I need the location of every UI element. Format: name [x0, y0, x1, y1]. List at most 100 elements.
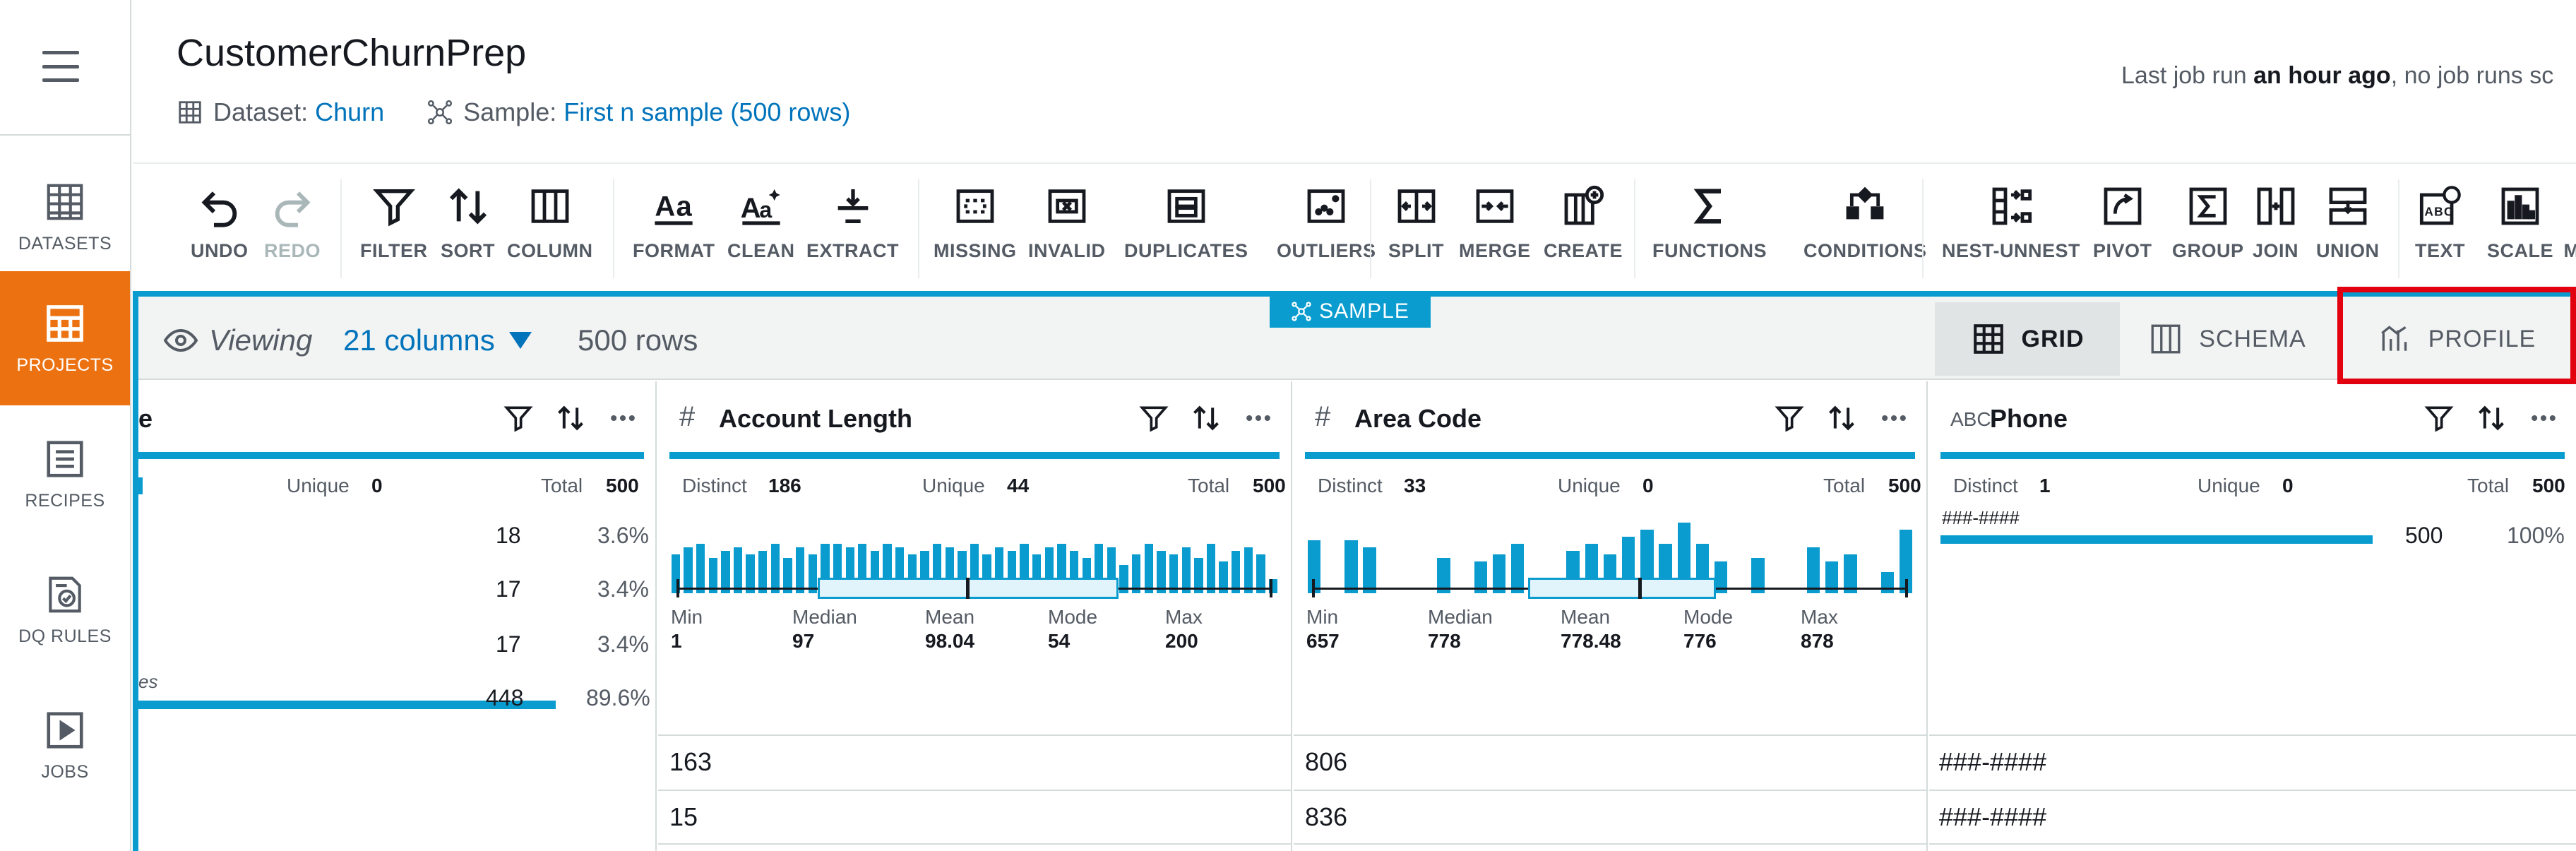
more-button[interactable]: M — [2565, 184, 2576, 262]
outliers-button[interactable]: OUTLIERS — [1277, 184, 1376, 262]
column-phone: ABC Phone Distinct 1 Unique 0 Total 500 … — [1929, 381, 2576, 851]
transform-toolbar: UNDO REDO FILTER SORT COLUMN Aa FORMAT A… — [133, 162, 2576, 290]
unique-label: Unique — [922, 475, 985, 496]
nest-unnest-button[interactable]: NEST-UNNEST — [1942, 184, 2080, 262]
filter-icon[interactable] — [1138, 403, 1169, 434]
tab-schema-label: SCHEMA — [2199, 325, 2306, 352]
total-value: 500 — [1888, 475, 1921, 496]
value-pct: 89.6% — [586, 685, 650, 710]
sample-link[interactable]: First n sample (500 rows) — [564, 97, 850, 127]
box-plot-iqr — [1528, 578, 1716, 599]
missing-icon — [956, 189, 994, 223]
column-button[interactable]: COLUMN — [507, 184, 592, 262]
rows-count: 500 rows — [578, 323, 698, 357]
column-header[interactable]: # Area Code — [1294, 381, 1926, 451]
nav-jobs[interactable]: JOBS — [0, 678, 130, 812]
tab-grid[interactable]: GRID — [1935, 302, 2120, 376]
extract-button[interactable]: EXTRACT — [806, 184, 899, 262]
more-options-icon[interactable] — [607, 403, 638, 434]
sort-icon[interactable] — [1826, 403, 1857, 434]
nav-dq-rules-label: DQ RULES — [18, 626, 112, 646]
filter-button[interactable]: FILTER — [360, 184, 427, 262]
box-plot — [676, 578, 1272, 599]
column-stats: Distinct 33 Unique 0 Total 500 — [1305, 475, 1921, 503]
filter-icon[interactable] — [503, 403, 534, 434]
filter-icon[interactable] — [2423, 403, 2455, 434]
split-button[interactable]: SPLIT — [1388, 184, 1444, 262]
unique-value: 0 — [1642, 475, 1654, 496]
sort-icon[interactable] — [2476, 403, 2507, 434]
columns-dropdown[interactable]: 21 columns — [343, 323, 532, 357]
column-name: Area Code — [1354, 404, 1482, 433]
missing-label: MISSING — [934, 240, 1017, 261]
tab-schema[interactable]: SCHEMA — [2121, 302, 2333, 376]
last-run-prefix: Last job run — [2121, 62, 2254, 89]
conditions-label: CONDITIONS — [1803, 240, 1927, 261]
total-value: 500 — [1253, 475, 1286, 496]
tab-grid-label: GRID — [2021, 325, 2085, 352]
table-cell[interactable]: 15 — [669, 802, 698, 832]
svg-text:Aa: Aa — [655, 191, 693, 222]
redo-button[interactable]: REDO — [264, 184, 321, 262]
row-divider — [1929, 843, 2576, 845]
menu-icon[interactable] — [42, 51, 79, 82]
table-cell[interactable]: 836 — [1305, 802, 1347, 832]
format-button[interactable]: Aa FORMAT — [633, 184, 715, 262]
union-button[interactable]: UNION — [2316, 184, 2380, 262]
undo-button[interactable]: UNDO — [191, 184, 249, 262]
clean-button[interactable]: Aa CLEAN — [727, 184, 795, 262]
group-label: GROUP — [2172, 240, 2244, 261]
column-header[interactable]: ABC Phone — [1929, 381, 2576, 451]
caret-down-icon — [508, 332, 532, 349]
more-options-icon[interactable] — [1878, 403, 1909, 434]
nav-datasets[interactable]: DATASETS — [0, 150, 130, 284]
invalid-button[interactable]: INVALID — [1028, 184, 1106, 262]
nav-dq-rules[interactable]: DQ RULES — [0, 542, 130, 677]
value-count: 448 — [486, 685, 524, 710]
last-run-suffix: , no job runs sc — [2390, 62, 2554, 89]
value-count: 18 — [496, 523, 521, 548]
unique-label: Unique — [1558, 475, 1621, 496]
sigma-icon — [1693, 189, 1721, 224]
mode-value: 776 — [1683, 630, 1717, 652]
join-button[interactable]: JOIN — [2253, 184, 2298, 262]
more-options-icon[interactable] — [2528, 403, 2559, 434]
table-cell[interactable]: ###-#### — [1939, 747, 2046, 777]
nav-divider — [0, 134, 131, 136]
scale-button[interactable]: SCALE — [2487, 184, 2553, 262]
sort-icon[interactable] — [555, 403, 586, 434]
duplicates-button[interactable]: DUPLICATES — [1124, 184, 1248, 262]
missing-button[interactable]: MISSING — [934, 184, 1017, 262]
distinct-label: Distinct — [682, 475, 747, 496]
conditions-button[interactable]: CONDITIONS — [1803, 184, 1927, 262]
dataset-link[interactable]: Churn — [315, 97, 384, 127]
filter-icon[interactable] — [1774, 403, 1805, 434]
table-cell[interactable]: ###-#### — [1939, 802, 2046, 832]
merge-button[interactable]: MERGE — [1459, 184, 1531, 262]
dataset-prefix: Dataset: — [213, 97, 309, 126]
row-divider — [658, 843, 1291, 845]
mode-label: Mode — [1048, 606, 1098, 628]
row-divider — [658, 734, 1291, 736]
nav-recipes[interactable]: RECIPES — [0, 407, 130, 541]
pivot-icon — [2104, 187, 2142, 225]
text-button[interactable]: ABC TEXT — [2415, 184, 2465, 262]
group-button[interactable]: GROUP — [2172, 184, 2244, 262]
more-options-icon[interactable] — [1243, 403, 1274, 434]
text-label: TEXT — [2415, 240, 2466, 261]
functions-button[interactable]: FUNCTIONS — [1652, 184, 1767, 262]
table-cell[interactable]: 163 — [669, 747, 712, 777]
column-header[interactable]: e — [138, 381, 655, 451]
sort-button[interactable]: SORT — [441, 184, 495, 262]
invalid-label: INVALID — [1028, 240, 1106, 261]
create-button[interactable]: CREATE — [1544, 184, 1623, 262]
pivot-button[interactable]: PIVOT — [2093, 184, 2152, 262]
column-header-actions — [503, 403, 638, 434]
nav-projects[interactable]: PROJECTS — [0, 271, 130, 405]
table-cell[interactable]: 806 — [1305, 747, 1347, 777]
column-header-actions — [1774, 403, 1909, 434]
total-value: 500 — [606, 475, 639, 496]
sort-icon[interactable] — [1191, 403, 1222, 434]
column-header[interactable]: # Account Length — [658, 381, 1291, 451]
split-icon — [1397, 189, 1435, 223]
